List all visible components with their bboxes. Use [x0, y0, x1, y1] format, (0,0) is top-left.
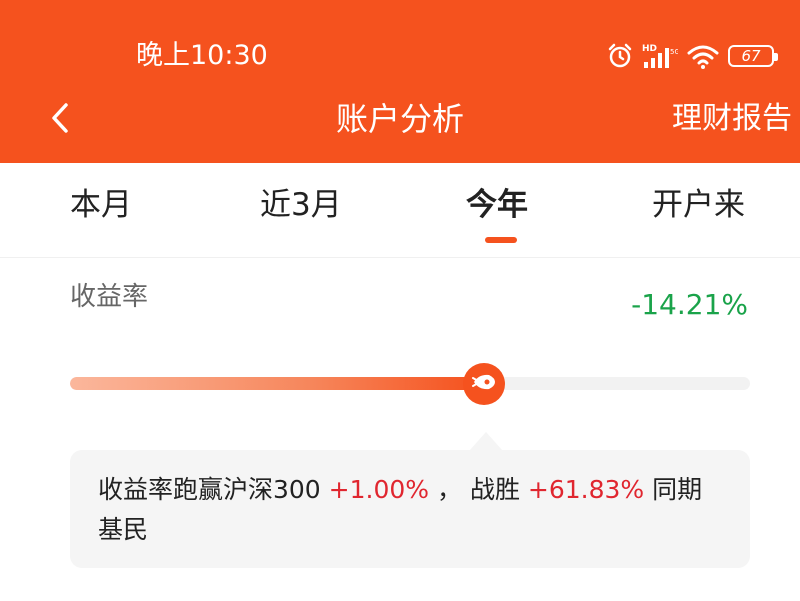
tab-this-month[interactable]: 本月 — [70, 183, 132, 227]
svg-text:HD: HD — [642, 44, 657, 54]
wifi-icon — [686, 42, 720, 70]
beat-index-value: +1.00% — [328, 475, 430, 504]
tab-this-year[interactable]: 今年 — [466, 183, 528, 227]
app-header: 晚上10:30 HD 5G 67 账户分析 理财报告 — [0, 0, 800, 163]
comparison-tip: 收益率跑赢沪深300 +1.00% ， 战胜 +61.83% 同期基民 — [70, 450, 750, 568]
period-tabs: 本月 近3月 今年 开户来 — [0, 163, 800, 258]
yield-progress-track — [70, 377, 750, 390]
status-icons: HD 5G 67 — [606, 40, 778, 72]
tab-last-3-months[interactable]: 近3月 — [260, 183, 342, 227]
yield-label: 收益率 — [70, 282, 149, 312]
alarm-icon — [606, 42, 634, 70]
yield-progress-fill — [70, 377, 478, 390]
beat-peers-value: +61.83% — [527, 475, 645, 504]
active-tab-indicator — [485, 237, 517, 243]
tip-pointer — [470, 432, 502, 450]
battery-icon: 67 — [728, 45, 778, 67]
tip-mid: ， 战胜 — [429, 475, 528, 504]
yield-value: -14.21% — [631, 288, 748, 321]
progress-thumb[interactable] — [463, 363, 505, 405]
tab-since-open[interactable]: 开户来 — [652, 183, 745, 227]
status-time: 晚上10:30 — [136, 40, 268, 71]
financial-report-link[interactable]: 理财报告 — [672, 96, 792, 142]
tip-prefix: 收益率跑赢沪深300 — [98, 475, 329, 504]
rocket-icon — [471, 372, 497, 396]
hd-signal-icon: HD 5G — [642, 42, 678, 70]
svg-text:5G: 5G — [670, 48, 678, 56]
battery-level: 67 — [741, 47, 761, 65]
